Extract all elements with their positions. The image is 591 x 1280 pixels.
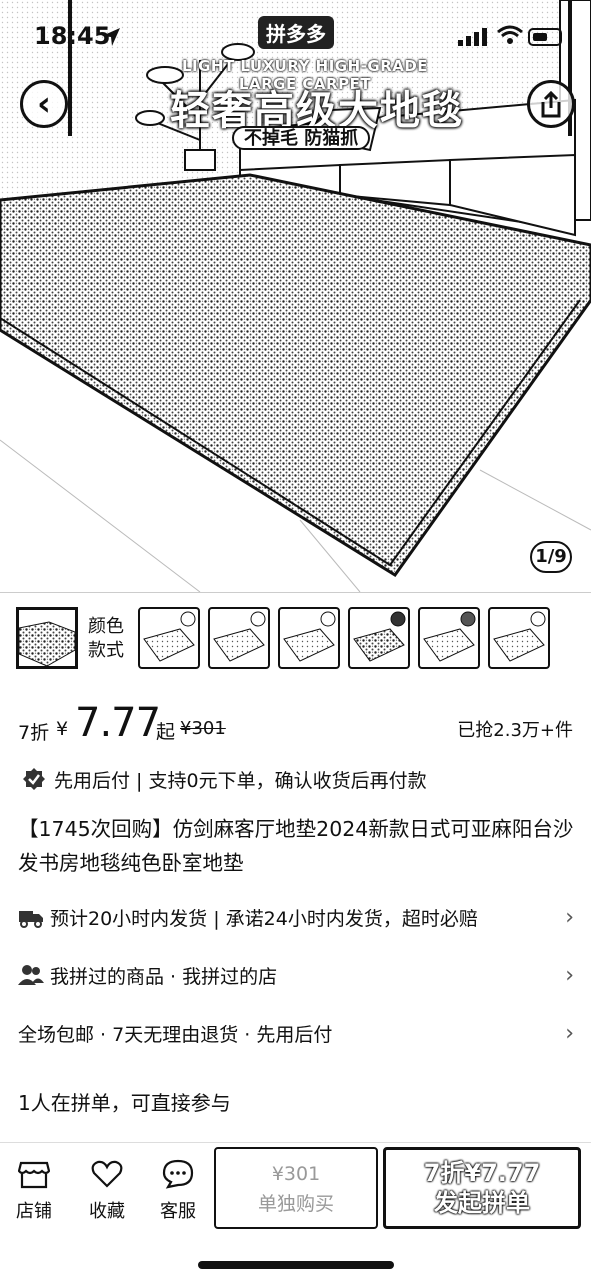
back-button[interactable]: ‹ — [20, 80, 68, 128]
chevron-right-icon: › — [565, 905, 574, 930]
price-row: 7折 ¥ 7.77 起 ¥301 已抢2.3万+件 — [0, 700, 591, 750]
variant-thumb[interactable] — [418, 607, 480, 669]
carpet-thumb-image — [283, 611, 336, 662]
badge-check-icon — [23, 768, 45, 790]
share-icon — [541, 90, 561, 118]
home-indicator[interactable] — [198, 1261, 394, 1269]
variant-thumb[interactable] — [348, 607, 410, 669]
buy-alone-price: ¥301 — [271, 1163, 321, 1185]
favorite-button[interactable]: 收藏 — [77, 1157, 137, 1223]
price-suffix: 起 — [156, 721, 176, 743]
location-arrow-icon — [102, 28, 120, 46]
currency-symbol: ¥ — [56, 718, 69, 740]
variant-thumb[interactable] — [208, 607, 270, 669]
brand-logo: 拼多多 — [258, 16, 334, 49]
store-icon — [18, 1161, 50, 1189]
carpet-thumb-image — [143, 611, 196, 662]
buy-alone-label: 单独购买 — [257, 1193, 334, 1215]
bottom-action-bar: 店铺 收藏 客服 ¥301 单独购买 7折¥7.77 发起拼单 — [0, 1142, 591, 1280]
variant-label[interactable]: 颜色 款式 — [88, 615, 124, 663]
variant-label-style: 款式 — [88, 640, 124, 661]
customer-service-label: 客服 — [160, 1201, 196, 1222]
chevron-left-icon: ‹ — [36, 84, 51, 124]
chevron-right-icon: › — [565, 963, 574, 988]
status-time: 18:45 — [34, 22, 111, 50]
carpet-thumb-image — [423, 611, 476, 662]
wifi-icon — [497, 25, 523, 44]
product-image[interactable]: 18:45 拼多多 LIGHT LUXURY HIGH-GRADE LARGE … — [0, 0, 591, 592]
share-button[interactable] — [527, 80, 575, 128]
shipping-row[interactable]: 预计20小时内发货 | 承诺24小时内发货，超时必赔 › — [18, 897, 578, 937]
cellular-signal-icon — [458, 28, 487, 46]
discount-label: 7折 — [18, 722, 50, 744]
service-text: 全场包邮 · 7天无理由退货 · 先用后付 — [18, 1023, 333, 1046]
variant-thumb[interactable] — [138, 607, 200, 669]
chevron-right-icon: › — [565, 1021, 574, 1046]
buy-alone-button[interactable]: ¥301 单独购买 — [214, 1147, 378, 1229]
pay-later-row[interactable]: 先用后付 | 支持0元下单，确认收货后再付款 — [22, 764, 427, 794]
users-icon — [18, 965, 44, 985]
customer-service-button[interactable]: 客服 — [148, 1157, 208, 1223]
store-button[interactable]: 店铺 — [4, 1157, 64, 1223]
heart-icon — [91, 1160, 123, 1188]
sold-count: 已抢2.3万+件 — [457, 720, 573, 741]
group-buy-price: 7折¥7.77 — [423, 1159, 541, 1187]
product-title: 【1745次回购】仿剑麻客厅地垫2024新款日式可亚麻阳台沙发书房地毯纯色卧室地… — [18, 817, 574, 875]
shipping-text: 预计20小时内发货 | 承诺24小时内发货，超时必赔 — [50, 907, 478, 930]
pay-later-text: 先用后付 | 支持0元下单，确认收货后再付款 — [54, 769, 427, 792]
store-label: 店铺 — [16, 1201, 52, 1222]
variant-thumb[interactable] — [488, 607, 550, 669]
original-price: ¥301 — [180, 718, 226, 739]
group-buy-label: 发起拼单 — [434, 1189, 530, 1217]
variant-main-thumb[interactable] — [16, 607, 78, 669]
divider — [68, 0, 72, 136]
carpet-thumb-image — [493, 611, 546, 662]
history-text: 我拼过的商品 · 我拼过的店 — [50, 965, 278, 988]
price-value: 7.77 — [75, 700, 161, 746]
carpet-thumb-image — [353, 611, 406, 662]
service-row[interactable]: 全场包邮 · 7天无理由退货 · 先用后付 › — [18, 1013, 578, 1053]
variant-selector[interactable]: 颜色 款式 — [0, 592, 591, 682]
chat-icon — [162, 1159, 194, 1189]
variant-label-color: 颜色 — [88, 616, 124, 637]
carpet-thumb-image — [213, 611, 266, 662]
variant-thumb[interactable] — [278, 607, 340, 669]
image-counter: 1/9 — [530, 541, 572, 573]
history-row[interactable]: 我拼过的商品 · 我拼过的店 › — [18, 955, 578, 995]
banner-feature-badge: 不掉毛 防猫抓 — [232, 126, 371, 150]
carpet-thumb-image — [18, 610, 76, 667]
truck-icon — [19, 911, 43, 928]
start-group-buy-button[interactable]: 7折¥7.77 发起拼单 — [383, 1147, 581, 1229]
favorite-label: 收藏 — [89, 1201, 125, 1222]
battery-icon — [528, 28, 562, 46]
group-buy-text[interactable]: 1人在拼单，可直接参与 — [18, 1087, 231, 1116]
